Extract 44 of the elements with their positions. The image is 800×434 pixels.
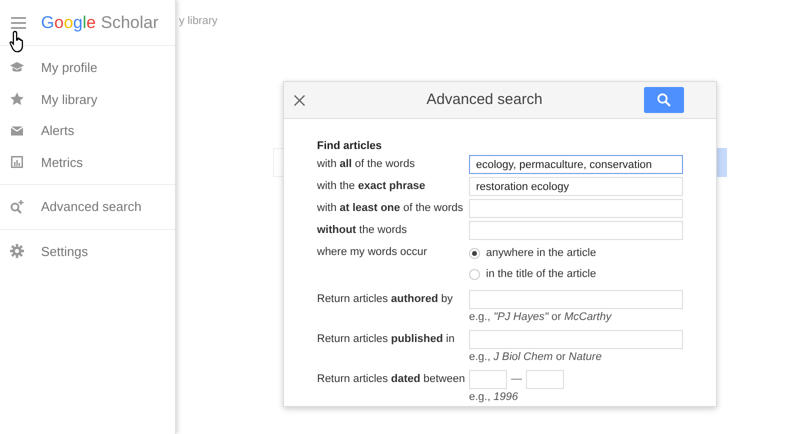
field-label: Return articles published in [317, 332, 456, 347]
radio-option[interactable]: in the title of the article [469, 264, 596, 285]
field-label: without the words [317, 223, 408, 238]
menu-icon[interactable] [11, 16, 26, 28]
field-label: with the exact phrase [317, 179, 426, 194]
dialog-title: Advanced search [426, 90, 544, 110]
settings-icon [10, 244, 24, 258]
field-label: Return articles dated between [317, 372, 466, 387]
input-field[interactable]: ecology, permaculture, conservation [469, 155, 683, 174]
envelope-icon [10, 124, 24, 138]
chart-icon [10, 155, 24, 170]
input-field[interactable]: restoration ecology [469, 177, 683, 196]
close-icon[interactable] [294, 94, 305, 106]
product-name: Scholar [100, 14, 159, 31]
sidebar-item[interactable]: Settings [0, 236, 88, 267]
brand-name: Google [41, 14, 96, 31]
field-label: with at least one of the words [317, 201, 464, 216]
field-label: Return articles authored by [317, 292, 454, 307]
star-icon [10, 92, 24, 106]
sidebar-item[interactable]: Metrics [0, 146, 83, 178]
radio-button[interactable] [469, 248, 480, 259]
field-label: with all of the words [317, 157, 416, 172]
hint-text: e.g., 1996 [469, 390, 519, 405]
input-field[interactable] [469, 370, 507, 389]
input-field[interactable] [469, 330, 683, 349]
field-label: where my words occur [317, 245, 428, 260]
section-title: Find articles [317, 139, 383, 154]
input-field[interactable] [469, 221, 683, 240]
input-field[interactable] [469, 199, 683, 218]
range-separator: — [511, 372, 522, 388]
sidebar-item[interactable]: My library [0, 84, 98, 115]
input-field[interactable] [526, 370, 564, 389]
search-button[interactable] [644, 87, 684, 113]
radio-option[interactable]: anywhere in the article [469, 243, 596, 264]
sidebar-item[interactable]: My profile [0, 52, 98, 84]
sidebar-item[interactable]: Alerts [0, 115, 74, 146]
radio-button[interactable] [469, 269, 480, 280]
hint-text: e.g., J Biol Chem or Nature [469, 350, 603, 365]
input-field[interactable] [469, 290, 683, 309]
nav-link[interactable]: y library [179, 13, 218, 30]
search-icon [657, 93, 671, 107]
hint-text: e.g., "PJ Hayes" or McCarthy [469, 310, 613, 325]
search-plus-icon [10, 200, 24, 214]
sidebar-item[interactable]: Advanced search [0, 191, 142, 222]
